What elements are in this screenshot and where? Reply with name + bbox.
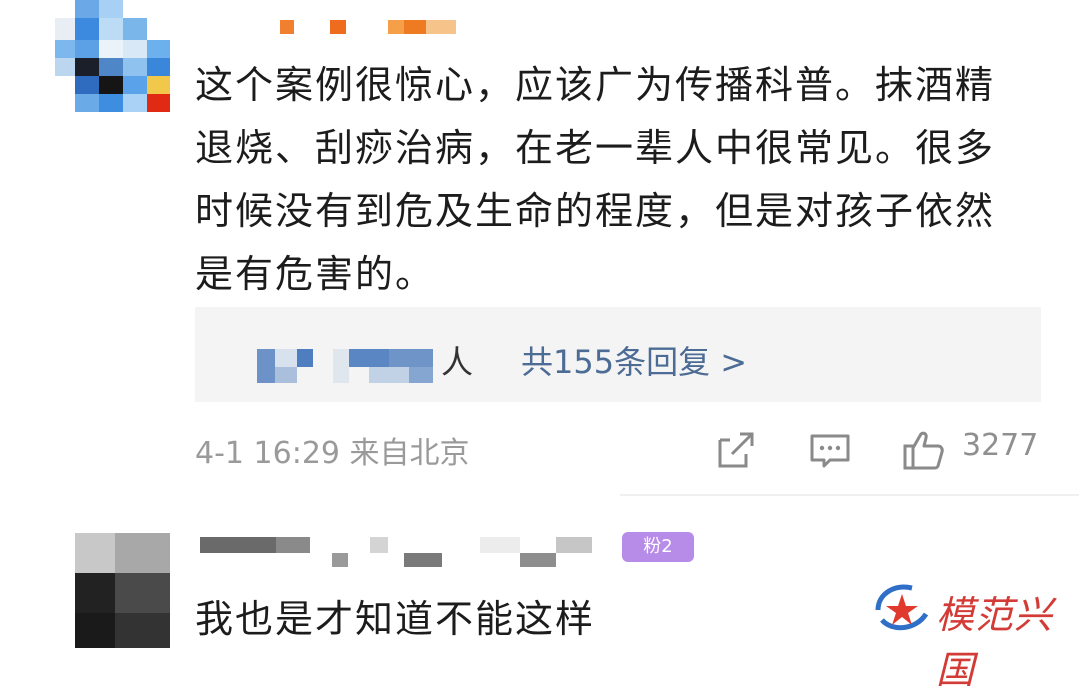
- reply-tail-text: 人: [441, 343, 474, 381]
- reply-username-pixel: [389, 349, 433, 367]
- avatar-pixel: [75, 573, 115, 613]
- reply-username-pixel: [369, 367, 409, 383]
- avatar-pixel: [99, 0, 123, 18]
- divider: [620, 494, 1079, 496]
- avatar-pixel: [99, 76, 123, 94]
- comment-line: 退烧、刮痧治病，在老一辈人中很常见。很多: [195, 126, 996, 170]
- username-pixel: [330, 20, 346, 34]
- avatar-pixel: [75, 76, 99, 94]
- avatar-pixel: [123, 94, 147, 112]
- share-icon[interactable]: [714, 428, 758, 472]
- avatar-pixel: [99, 40, 123, 58]
- avatar-pixel: [75, 94, 99, 112]
- watermark-text: 模范兴国: [936, 593, 1054, 692]
- username-pixel: [280, 20, 294, 34]
- username-pixel: [426, 20, 456, 34]
- username-pixel: [520, 553, 556, 567]
- avatar-pixel: [99, 18, 123, 40]
- avatar-pixel: [99, 58, 123, 76]
- avatar-pixel: [123, 76, 147, 94]
- username-pixel: [480, 537, 520, 553]
- comment-text: 我也是才知道不能这样: [195, 597, 596, 641]
- avatar-pixel: [147, 58, 170, 76]
- avatar-pixel: [99, 94, 123, 112]
- reply-username-pixel: [333, 349, 349, 383]
- avatar-pixel: [115, 613, 170, 648]
- username[interactable]: [270, 14, 480, 40]
- avatar-pixel: [75, 533, 115, 573]
- username-pixel: [200, 537, 276, 553]
- avatar-pixel: [147, 94, 170, 112]
- username-pixel: [388, 20, 404, 34]
- thumbs-up-icon[interactable]: [902, 428, 946, 472]
- avatar-pixel: [55, 40, 75, 58]
- avatar-pixel: [123, 40, 147, 58]
- view-replies-link[interactable]: 共155条回复 >: [521, 337, 747, 383]
- avatar-pixel: [75, 58, 99, 76]
- comment-line: 这个案例很惊心，应该广为传播科普。抹酒精: [195, 63, 996, 107]
- reply-username-pixel: [349, 349, 389, 367]
- username[interactable]: [200, 533, 620, 573]
- like-count: 3277: [962, 428, 1039, 463]
- avatar-pixel: [147, 40, 170, 58]
- avatar-pixel: [75, 40, 99, 58]
- reply-usernames: [257, 347, 457, 395]
- avatar-pixel: [115, 533, 170, 573]
- avatar[interactable]: [75, 533, 170, 648]
- reply-username-pixel: [297, 349, 313, 367]
- comment-text: 这个案例很惊心，应该广为传播科普。抹酒精 退烧、刮痧治病，在老一辈人中很常见。很…: [195, 54, 1045, 306]
- watermark-logo-icon: [875, 584, 929, 631]
- watermark: 模范兴国: [872, 580, 1062, 692]
- avatar-pixel: [75, 613, 115, 648]
- avatar[interactable]: [55, 0, 170, 112]
- avatar-pixel: [147, 76, 170, 94]
- reply-username-pixel: [409, 367, 433, 383]
- fan-badge: 粉2: [622, 532, 694, 562]
- reply-username-pixel: [275, 367, 297, 383]
- username-pixel: [556, 537, 592, 553]
- comment-icon[interactable]: [808, 428, 852, 472]
- avatar-pixel: [115, 573, 170, 613]
- username-pixel: [276, 537, 310, 553]
- avatar-pixel: [123, 18, 147, 40]
- reply-username-pixel: [275, 349, 297, 367]
- avatar-pixel: [55, 18, 75, 40]
- avatar-pixel: [75, 0, 99, 18]
- avatar-pixel: [75, 18, 99, 40]
- username-pixel: [370, 537, 388, 553]
- username-pixel: [404, 20, 426, 34]
- avatar-pixel: [123, 58, 147, 76]
- comment-meta: 4-1 16:29 来自北京: [195, 436, 470, 471]
- username-pixel: [404, 553, 442, 567]
- replies-box[interactable]: 人 共155条回复 >: [195, 307, 1041, 402]
- reply-username-pixel: [257, 349, 275, 383]
- comment-line: 是有危害的。: [195, 252, 436, 296]
- avatar-pixel: [55, 58, 75, 76]
- username-pixel: [332, 553, 348, 567]
- comment-line: 时候没有到危及生命的程度，但是对孩子依然: [195, 189, 996, 233]
